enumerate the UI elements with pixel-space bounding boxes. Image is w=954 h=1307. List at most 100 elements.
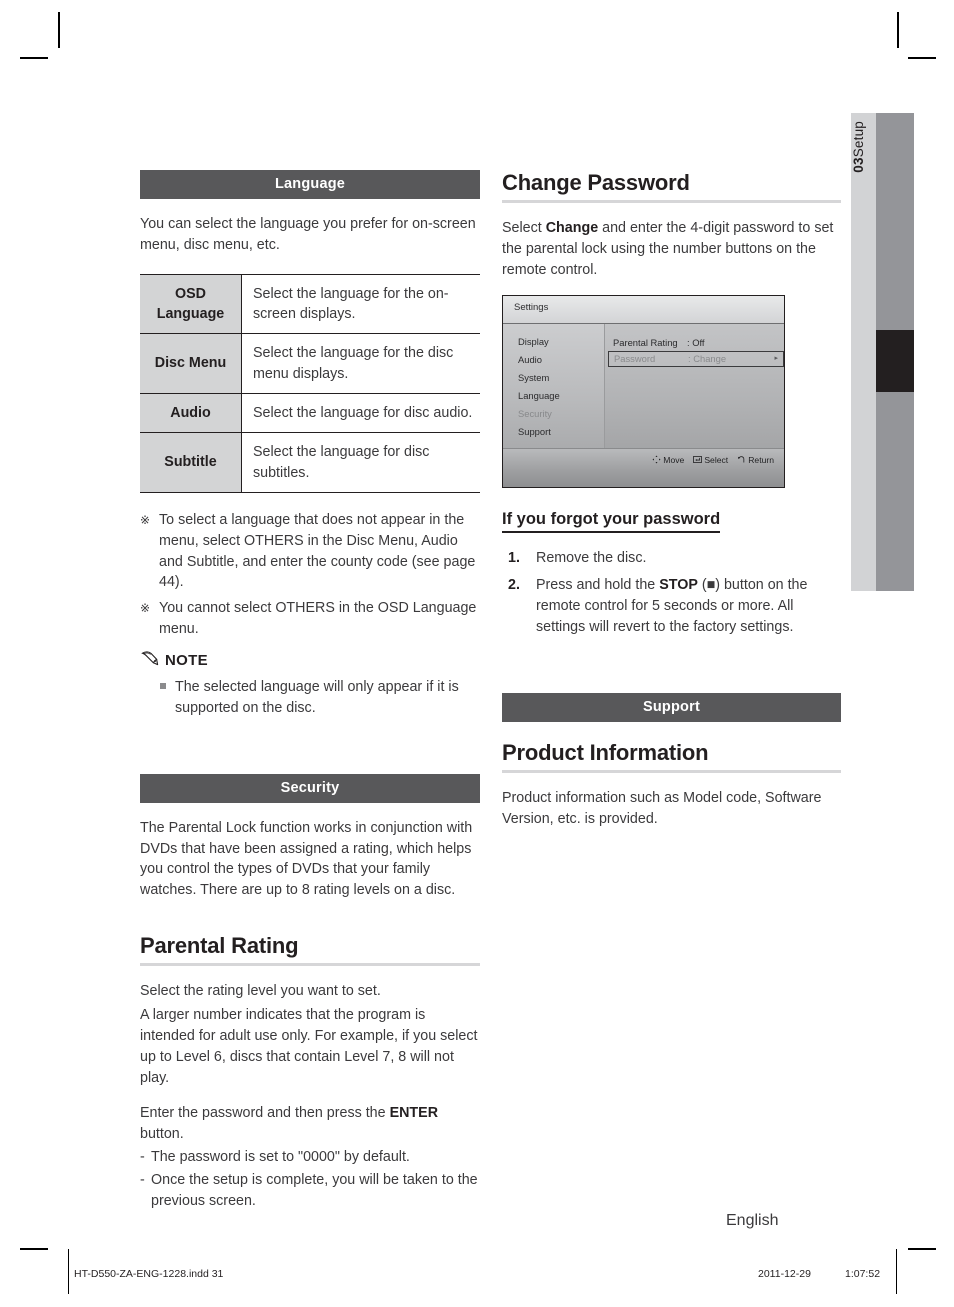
parental-rating-para-2: A larger number indicates that the progr… <box>140 1006 478 1086</box>
osd-hint-return: Return <box>737 455 774 466</box>
reference-mark-icon: ※ <box>140 601 151 616</box>
change-menu-name: Change <box>545 220 599 236</box>
osd-side-panel: Display Audio System Language Security S… <box>503 323 605 449</box>
enter-instruction-post: button. <box>140 1126 184 1143</box>
heading-change-password: Change Password <box>502 170 690 195</box>
osd-menu-item-system[interactable]: System <box>518 372 560 383</box>
note-bullet-text: The selected language will only appear i… <box>175 678 459 716</box>
chevron-right-icon: ▸ <box>774 354 778 362</box>
section-band-language: Language <box>140 170 480 199</box>
page-language-label: English <box>726 1212 779 1229</box>
step-text-pre: Press and hold the <box>536 577 660 594</box>
return-arrow-icon <box>737 455 746 466</box>
heading-rule <box>502 200 841 203</box>
product-information-paragraph: Product information such as Model code, … <box>502 790 822 827</box>
osd-row-value: : Change <box>688 352 727 364</box>
osd-hint-move-label: Move <box>663 455 685 466</box>
osd-hint-select: Select <box>693 455 728 466</box>
step-number: 1. <box>508 549 520 566</box>
table-row: Disc Menu Select the language for the di… <box>140 333 480 394</box>
enter-button-name: ENTER <box>389 1105 439 1122</box>
heading-parental-rating: Parental Rating <box>140 933 299 959</box>
enter-select-icon <box>693 455 703 466</box>
table-cell-description: Select the language for disc subtitles. <box>241 432 480 493</box>
footer-time: 1:07:52 <box>845 1268 881 1280</box>
ordered-step: 2. Press and hold the STOP (■) button on… <box>502 575 841 638</box>
crop-mark-top-right-vertical <box>897 12 899 48</box>
table-row: Subtitle Select the language for disc su… <box>140 432 480 493</box>
right-column: Change Password Select Change and enter … <box>502 170 841 830</box>
parental-rating-para-1: Select the rating level you want to set. <box>140 983 381 1000</box>
heading-rule <box>502 770 841 774</box>
table-row: OSD Language Select the language for the… <box>140 273 480 335</box>
table-cell-description: Select the language for the on-screen di… <box>241 273 480 335</box>
asterisk-note: ※ To select a language that does not app… <box>140 510 480 593</box>
table-cell-label: OSD Language <box>140 273 242 335</box>
osd-menu-item-language[interactable]: Language <box>518 390 560 401</box>
osd-row-parental-rating[interactable]: Parental Rating: Off <box>613 337 775 348</box>
asterisk-note-text: To select a language that does not appea… <box>159 511 476 591</box>
stop-button-name: STOP <box>659 577 698 594</box>
language-intro-paragraph: You can select the language you prefer f… <box>140 216 476 253</box>
crop-mark-top-left-horizontal <box>20 57 48 59</box>
osd-footer-hints: Move Select Return <box>652 455 774 466</box>
heading-product-information: Product Information <box>502 740 709 766</box>
osd-menu-item-security[interactable]: Security <box>518 408 560 419</box>
osd-row-value: : Off <box>687 336 705 348</box>
step-number: 2. <box>508 577 520 594</box>
table-label-line2: Language <box>156 306 225 323</box>
osd-menu-item-display[interactable]: Display <box>518 336 560 347</box>
left-column: Language You can select the language you… <box>140 170 480 1212</box>
osd-hint-move: Move <box>652 455 684 466</box>
step-text: Press and hold the STOP (■) button on th… <box>536 575 841 638</box>
osd-footer-bar: Move Select Return <box>503 447 784 487</box>
osd-menu-list: Display Audio System Language Security S… <box>518 336 560 444</box>
table-cell-description: Select the language for the disc menu di… <box>241 333 480 394</box>
osd-hint-return-label: Return <box>748 455 774 466</box>
note-header: NOTE <box>140 650 480 671</box>
crop-mark-top-left-vertical <box>58 12 60 48</box>
footer-file-name: HT-D550-ZA-ENG-1228.indd 31 <box>74 1268 224 1280</box>
ordered-step: 1. Remove the disc. <box>502 548 841 569</box>
language-options-table: OSD Language Select the language for the… <box>140 273 480 493</box>
crop-mark-bottom-right-horizontal <box>908 1248 936 1250</box>
osd-menu-item-audio[interactable]: Audio <box>518 354 560 365</box>
crop-mark-bottom-left-horizontal <box>20 1248 48 1250</box>
note-label: NOTE <box>165 651 208 669</box>
note-bullet-item: The selected language will only appear i… <box>140 677 480 719</box>
asterisk-note-text: You cannot select OTHERS in the OSD Lang… <box>159 600 477 638</box>
osd-row-key: Password <box>614 352 656 364</box>
section-band-security: Security <box>140 773 480 803</box>
heading-forgot-password: If you forgot your password <box>502 510 721 533</box>
table-row: Audio Select the language for disc audio… <box>140 393 480 434</box>
security-intro-paragraph: The Parental Lock function works in conj… <box>140 819 473 899</box>
crop-mark-top-right-horizontal <box>908 57 936 59</box>
dash-list-item: - Once the setup is complete, you will b… <box>140 1170 480 1212</box>
osd-menu-item-support[interactable]: Support <box>518 426 560 437</box>
osd-row-password[interactable]: Password : Change ▸ <box>608 350 784 367</box>
table-cell-label: Subtitle <box>140 432 242 493</box>
heading-rule <box>140 963 480 967</box>
chapter-progress-marker <box>876 330 914 392</box>
move-dpad-icon <box>652 455 661 466</box>
chapter-tab-label: 03Setup <box>851 121 876 173</box>
chapter-number: 03 <box>851 157 866 173</box>
table-cell-label: Audio <box>140 393 242 434</box>
osd-content-panel: Parental Rating: Off Password : Change ▸ <box>605 323 784 449</box>
dash-marker: - <box>140 1149 145 1166</box>
footer-rule-left <box>68 1249 70 1294</box>
reference-mark-icon: ※ <box>140 512 151 527</box>
change-password-paragraph: Select Change and enter the 4-digit pass… <box>502 218 841 281</box>
asterisk-note: ※ You cannot select OTHERS in the OSD La… <box>140 598 480 640</box>
table-cell-label: Disc Menu <box>140 333 242 394</box>
change-password-pre: Select <box>502 220 546 236</box>
osd-settings-screenshot: Settings Display Audio System Language S… <box>502 294 785 488</box>
enter-instruction-pre: Enter the password and then press the <box>140 1105 390 1122</box>
footer-date: 2011-12-29 <box>758 1268 811 1280</box>
section-band-support: Support <box>502 693 841 723</box>
table-label-line1: OSD <box>175 285 206 302</box>
chapter-tab: 03Setup <box>851 113 876 591</box>
osd-hint-select-label: Select <box>704 455 729 466</box>
bullet-square-icon <box>160 677 175 719</box>
footer-rule-right <box>896 1249 898 1294</box>
